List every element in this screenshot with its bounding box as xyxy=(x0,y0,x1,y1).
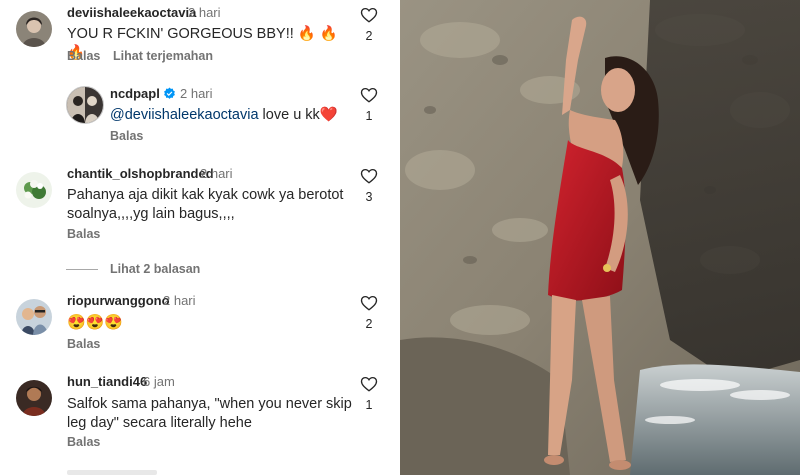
verified-badge-icon xyxy=(163,87,175,99)
like-count: 1 xyxy=(365,398,373,412)
view-replies-button[interactable]: Lihat 2 balasan xyxy=(66,262,200,276)
heart-outline-icon[interactable] xyxy=(360,86,378,104)
reply-button[interactable]: Balas xyxy=(67,227,100,241)
heart-outline-icon[interactable] xyxy=(360,375,378,393)
comment-time[interactable]: 2 hari xyxy=(200,166,233,181)
like-count: 3 xyxy=(365,190,373,204)
heart-outline-icon[interactable] xyxy=(360,294,378,312)
mention-link[interactable]: @deviishaleekaoctavia xyxy=(110,107,259,123)
like-count: 2 xyxy=(365,317,373,331)
like-count: 2 xyxy=(365,29,373,43)
heart-outline-icon[interactable] xyxy=(360,6,378,24)
heart-outline-icon[interactable] xyxy=(360,167,378,185)
see-translation-button[interactable]: Lihat terjemahan xyxy=(113,49,213,63)
comment-username[interactable]: deviishaleekaoctavia xyxy=(67,5,196,20)
avatar[interactable] xyxy=(66,86,104,124)
comment-text: 😍😍😍 xyxy=(67,314,124,331)
reply-time[interactable]: 2 hari xyxy=(180,86,213,101)
partial-comment-row xyxy=(67,470,157,475)
reply-username[interactable]: ncdpapl xyxy=(110,86,176,101)
comment-time[interactable]: 2 hari xyxy=(163,293,196,308)
reply-text: @deviishaleekaoctavia love u kk❤️ xyxy=(110,106,350,125)
avatar[interactable] xyxy=(16,11,52,47)
photo-illustration xyxy=(400,0,800,475)
like-count: 1 xyxy=(365,109,373,123)
reply-username-text[interactable]: ncdpapl xyxy=(110,86,160,101)
comment-text: Salfok sama pahanya, "when you never ski… xyxy=(67,396,352,431)
reply-button[interactable]: Balas xyxy=(67,435,100,449)
view-replies-label[interactable]: Lihat 2 balasan xyxy=(110,262,200,276)
comment-username[interactable]: hun_tiandi46 xyxy=(67,374,147,389)
comment-username[interactable]: riopurwanggono xyxy=(67,293,170,308)
avatar[interactable] xyxy=(16,380,52,416)
comment-username[interactable]: chantik_olshopbranded xyxy=(67,166,214,181)
comment-list: deviishaleekaoctavia 2 hari YOU R FCKIN'… xyxy=(0,0,400,475)
comment-time[interactable]: 2 hari xyxy=(188,5,221,20)
divider-line xyxy=(66,268,98,270)
reply-button[interactable]: Balas xyxy=(67,337,100,351)
comment-time[interactable]: 6 jam xyxy=(143,374,175,389)
post-photo xyxy=(400,0,800,475)
avatar[interactable] xyxy=(16,172,52,208)
reply-text-rest: love u kk❤️ xyxy=(258,107,338,123)
reply-button[interactable]: Balas xyxy=(67,49,100,63)
reply-button[interactable]: Balas xyxy=(110,129,143,143)
avatar[interactable] xyxy=(16,299,52,335)
comment-text: Pahanya aja dikit kak kyak cowk ya berot… xyxy=(67,187,344,222)
